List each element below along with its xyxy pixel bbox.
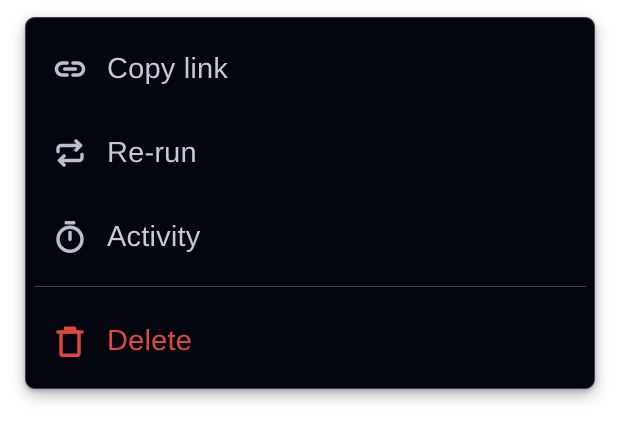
menu-item-label: Copy link bbox=[107, 52, 229, 85]
trash-icon bbox=[52, 323, 88, 359]
stopwatch-icon bbox=[52, 219, 88, 255]
menu-item-copy-link[interactable]: Copy link bbox=[26, 37, 594, 101]
menu-item-label: Activity bbox=[107, 220, 201, 253]
menu-item-label: Re-run bbox=[107, 136, 197, 169]
repeat-icon bbox=[52, 135, 88, 171]
menu-divider bbox=[34, 286, 586, 287]
menu-item-delete[interactable]: Delete bbox=[26, 309, 594, 373]
menu-item-re-run[interactable]: Re-run bbox=[26, 121, 594, 185]
menu-item-label: Delete bbox=[107, 324, 193, 357]
menu-item-activity[interactable]: Activity bbox=[26, 205, 594, 269]
context-menu: Copy link Re-run Activity Delete bbox=[25, 17, 595, 389]
link-icon bbox=[52, 51, 88, 87]
